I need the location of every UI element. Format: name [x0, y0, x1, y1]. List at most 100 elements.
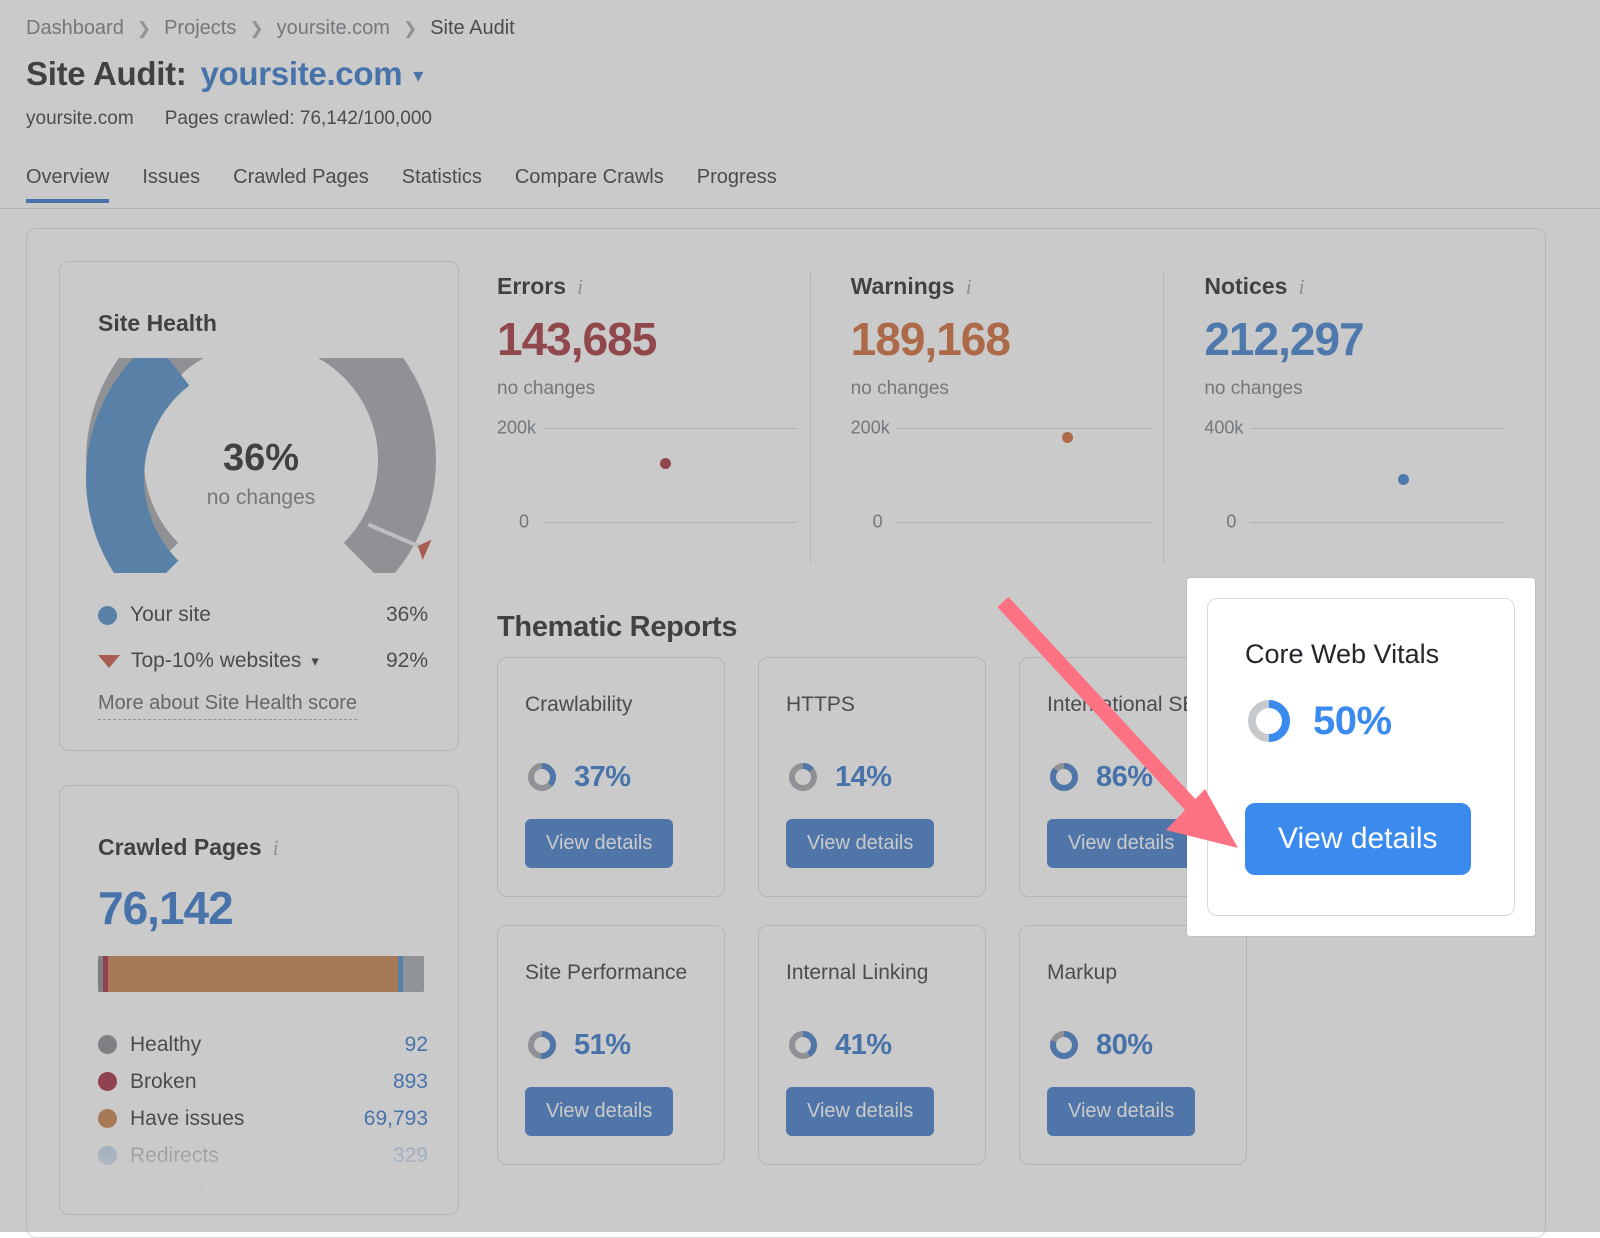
sparkline-min-label: 0 [519, 512, 529, 533]
sparkline-data-point [1398, 474, 1409, 485]
metric-errors: Errorsi143,685no changes200k0 [497, 273, 810, 563]
tab-statistics[interactable]: Statistics [402, 166, 482, 203]
site-health-legend-value: 36% [386, 603, 428, 627]
chevron-down-icon[interactable]: ▾ [413, 63, 423, 88]
thematic-card-internal-linking: Internal Linking41%View details [758, 925, 986, 1165]
metric-change: no changes [497, 378, 810, 400]
page-title-label: Site Audit: [26, 55, 186, 93]
legend-dot-icon [98, 1146, 117, 1165]
more-about-site-health-link[interactable]: More about Site Health score [98, 692, 357, 720]
view-details-button[interactable]: View details [1047, 819, 1195, 868]
site-health-legend-row: Your site36% [98, 592, 428, 638]
breadcrumb-separator: ❯ [403, 20, 417, 37]
site-health-card: Site Health 36% no changes Your site36%T… [59, 261, 459, 751]
core-web-vitals-percent: 50% [1313, 699, 1392, 744]
metric-sparkline: 200k 0 [851, 420, 1151, 545]
site-health-legend-label: Top-10% websites [131, 649, 301, 673]
pages-crawled-text: Pages crawled: 76,142/100,000 [165, 108, 432, 130]
metric-notices: Noticesi212,297no changes400k0 [1163, 273, 1517, 563]
metrics-row: Errorsi143,685no changes200k0Warningsi18… [497, 273, 1517, 563]
site-health-legend-value: 92% [386, 649, 428, 673]
info-icon[interactable]: i [1298, 274, 1304, 300]
crawled-pages-total: 76,142 [98, 881, 233, 935]
site-health-legend-row[interactable]: Top-10% websites ▾ 92% [98, 638, 428, 684]
info-icon[interactable]: i [577, 274, 583, 300]
tab-bar: Overview Issues Crawled Pages Statistics Com… [26, 166, 777, 203]
sparkline-top-gridline [543, 428, 797, 429]
thematic-card-percent: 41% [835, 1029, 892, 1062]
site-health-gauge-svg: 36% no changes [76, 358, 446, 573]
metric-sparkline: 200k 0 [497, 420, 797, 545]
legend-dot-icon [98, 1072, 117, 1091]
thematic-card-percent: 86% [1096, 761, 1153, 794]
breadcrumb-item-dashboard[interactable]: Dashboard [26, 17, 124, 40]
thematic-reports-row: Site Performance51%View detailsInternal … [497, 925, 1517, 1165]
crawled-pages-legend-row: Have issues69,793 [98, 1100, 428, 1137]
metric-warnings: Warningsi189,168no changes200k0 [810, 273, 1164, 563]
view-details-button[interactable]: View details [786, 1087, 934, 1136]
crawled-pages-legend-label: Healthy [130, 1033, 405, 1057]
metric-title-label: Notices [1204, 273, 1287, 300]
crawled-pages-legend-value: 329 [393, 1144, 428, 1168]
sparkline-data-point [660, 458, 671, 469]
view-details-button[interactable]: View details [525, 1087, 673, 1136]
view-details-button[interactable]: View details [1047, 1087, 1195, 1136]
crawled-pages-legend-value: 69,793 [364, 1107, 428, 1131]
breadcrumb-item-site-audit: Site Audit [430, 17, 515, 40]
thematic-card-value: 37% [525, 760, 631, 794]
thematic-card-value: 80% [1047, 1028, 1153, 1062]
info-icon[interactable]: i [966, 274, 972, 300]
breadcrumb-item-yoursite-com[interactable]: yoursite.com [277, 17, 390, 40]
crawled-pages-stacked-bar [98, 956, 424, 992]
triangle-marker-icon [98, 655, 120, 668]
thematic-card-name: Crawlability [525, 690, 702, 720]
thematic-card-name: Markup [1047, 958, 1224, 988]
thematic-card-value: 86% [1047, 760, 1153, 794]
tab-progress[interactable]: Progress [697, 166, 777, 203]
sparkline-top-gridline [897, 428, 1151, 429]
tab-crawled-pages[interactable]: Crawled Pages [233, 166, 369, 203]
sparkline-min-label: 0 [1226, 512, 1236, 533]
sparkline-data-point [1062, 432, 1073, 443]
crawled-pages-legend-label: Broken [130, 1070, 393, 1094]
view-details-button[interactable]: View details [786, 819, 934, 868]
core-web-vitals-view-details-button[interactable]: View details [1245, 803, 1471, 875]
thematic-card-value: 51% [525, 1028, 631, 1062]
sparkline-min-label: 0 [873, 512, 883, 533]
breadcrumb: Dashboard❯Projects❯yoursite.com❯Site Aud… [26, 17, 515, 40]
view-details-button[interactable]: View details [525, 819, 673, 868]
sparkline-max-label: 200k [497, 418, 536, 439]
site-health-score: 36% [223, 437, 299, 479]
metric-value: 189,168 [851, 312, 1164, 366]
crawled-pages-legend-value: 893 [393, 1070, 428, 1094]
core-web-vitals-highlight: Core Web Vitals 50% View details [1187, 578, 1535, 936]
project-meta: yoursite.com Pages crawled: 76,142/100,0… [26, 108, 432, 130]
breadcrumb-item-projects[interactable]: Projects [164, 17, 236, 40]
thematic-card-site-performance: Site Performance51%View details [497, 925, 725, 1165]
donut-chart-icon [786, 1028, 820, 1062]
donut-chart-icon [1047, 760, 1081, 794]
sparkline-max-label: 200k [851, 418, 890, 439]
tab-overview[interactable]: Overview [26, 166, 109, 203]
core-web-vitals-value: 50% [1245, 697, 1392, 745]
tab-divider [0, 208, 1600, 209]
thematic-card-percent: 80% [1096, 1029, 1153, 1062]
chevron-down-icon[interactable]: ▾ [311, 652, 319, 670]
stacked-bar-segment [108, 956, 398, 992]
info-icon[interactable]: i [273, 835, 279, 861]
thematic-card-percent: 37% [574, 761, 631, 794]
breadcrumb-separator: ❯ [249, 20, 263, 37]
crawled-pages-legend-label: Have issues [130, 1107, 364, 1131]
donut-chart-icon [786, 760, 820, 794]
metric-change: no changes [1204, 378, 1517, 400]
thematic-card-markup: Markup 80% View details [1019, 925, 1247, 1165]
site-health-legend: Your site36% Top-10% websites ▾ 92% [98, 592, 428, 684]
crawled-pages-title: Crawled Pages i [98, 834, 279, 861]
thematic-card-name: HTTPS [786, 690, 963, 720]
tab-compare-crawls[interactable]: Compare Crawls [515, 166, 664, 203]
donut-chart-icon [1245, 697, 1293, 745]
metric-value: 212,297 [1204, 312, 1517, 366]
metric-title-label: Errors [497, 273, 566, 300]
tab-issues[interactable]: Issues [142, 166, 200, 203]
project-domain-link[interactable]: yoursite.com [200, 55, 402, 93]
